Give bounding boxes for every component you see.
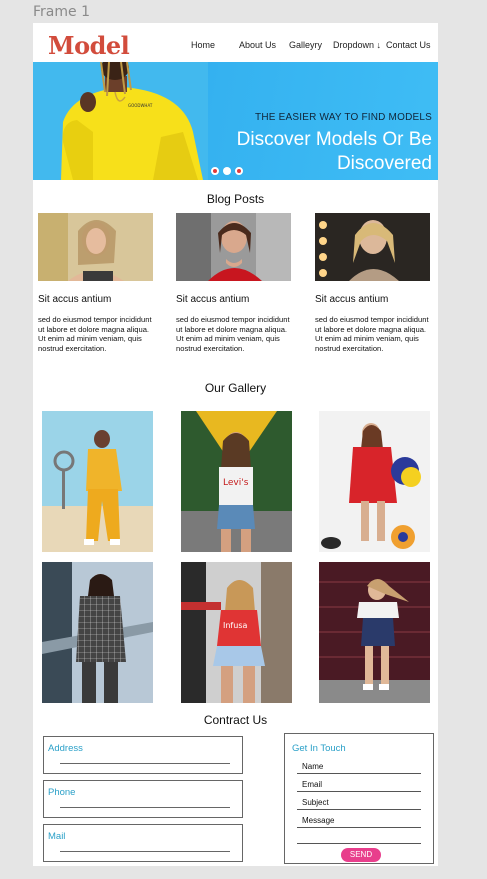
message-input[interactable]: Message [297,816,421,828]
mail-field[interactable]: Mail [43,824,243,862]
name-input[interactable]: Name [297,762,421,774]
nav-contact-us[interactable]: Contact Us [386,40,431,50]
carousel-indicators [211,167,243,175]
subject-input[interactable]: Subject [297,798,421,810]
phone-field[interactable]: Phone [43,780,243,818]
gallery-photo[interactable] [42,411,153,552]
gallery-photo[interactable] [319,411,430,552]
mail-input-line[interactable] [60,851,230,852]
phone-label: Phone [48,787,76,798]
contact-heading: Contract Us [203,713,268,727]
hero-banner: GOODWHAT THE EASIER WAY TO FIND MODELS D… [33,62,438,180]
blog-card[interactable]: Sit accus antium sed do eiusmod tempor i… [315,213,430,353]
get-in-touch-form: Get In Touch Name Email Subject Message … [284,733,434,864]
gallery-photo[interactable] [319,562,430,703]
carousel-dot-2[interactable] [223,167,231,175]
get-in-touch-title: Get In Touch [292,743,346,754]
blog-image [38,213,153,281]
svg-text:Levi's: Levi's [223,478,249,488]
blog-excerpt: sed do eiusmod tempor incididunt ut labo… [315,315,429,353]
nav-about-us[interactable]: About Us [239,40,276,50]
nav-home[interactable]: Home [191,40,215,50]
address-label: Address [48,743,83,754]
carousel-dot-3[interactable] [235,167,243,175]
blog-excerpt: sed do eiusmod tempor incididunt ut labo… [38,315,152,353]
blog-image [315,213,430,281]
address-input-line[interactable] [60,763,230,764]
nav-gallery[interactable]: Galleyry [289,40,322,50]
blog-card[interactable]: Sit accus antium sed do eiusmod tempor i… [176,213,291,353]
blog-title: Sit accus antium [38,294,112,305]
hero-tagline: THE EASIER WAY TO FIND MODELS [255,112,432,123]
blog-image [176,213,291,281]
blog-title: Sit accus antium [176,294,250,305]
top-nav: Model Home About Us Galleyry Dropdown ↓ … [33,23,438,62]
send-button[interactable]: SEND [341,848,381,862]
carousel-dot-1[interactable] [211,167,219,175]
blog-heading: Blog Posts [206,192,265,206]
blog-excerpt: sed do eiusmod tempor incididunt ut labo… [176,315,290,353]
svg-text:Infusa: Infusa [223,621,247,630]
hero-title: Discover Models Or Be Discovered [236,129,432,174]
gallery-heading: Our Gallery [204,381,267,395]
email-input[interactable]: Email [297,780,421,792]
nav-dropdown[interactable]: Dropdown ↓ [333,40,381,50]
brand-logo[interactable]: Model [48,31,130,60]
message-extra-line[interactable] [297,832,421,844]
gallery-photo[interactable]: Infusa [181,562,292,703]
gallery-photo[interactable] [42,562,153,703]
blog-title: Sit accus antium [315,294,389,305]
page-canvas: Model Home About Us Galleyry Dropdown ↓ … [33,23,438,866]
hero-model-photo: GOODWHAT [33,62,208,180]
svg-text:GOODWHAT: GOODWHAT [128,103,153,108]
blog-card[interactable]: Sit accus antium sed do eiusmod tempor i… [38,213,153,353]
mail-label: Mail [48,831,66,842]
frame-label: Frame 1 [33,4,90,20]
address-field[interactable]: Address [43,736,243,774]
phone-input-line[interactable] [60,807,230,808]
gallery-photo[interactable]: Levi's [181,411,292,552]
